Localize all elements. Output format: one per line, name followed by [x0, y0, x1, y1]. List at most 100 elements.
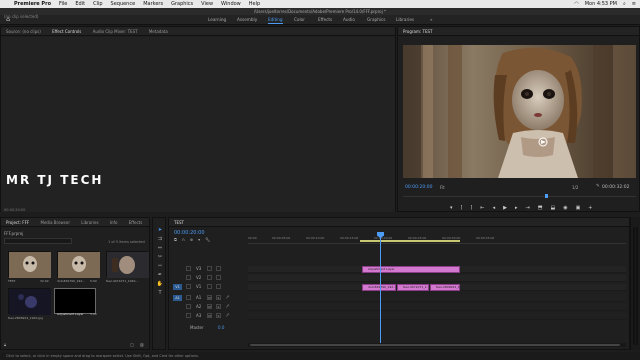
workspace-libraries[interactable]: Libraries	[396, 15, 414, 25]
ripple-edit-tool-icon[interactable]: ⇔	[156, 244, 164, 252]
trash-icon[interactable]: ▥	[140, 342, 144, 347]
menu-list-icon[interactable]: ≡	[632, 0, 636, 8]
tab-media-browser[interactable]: Media Browser	[41, 220, 71, 225]
work-area-bar[interactable]	[360, 240, 460, 242]
program-playhead[interactable]	[545, 194, 548, 198]
workspace-color[interactable]: Color	[294, 15, 305, 25]
sequence-tab[interactable]: TEST	[174, 220, 184, 225]
project-item-thumb[interactable]	[106, 251, 149, 278]
lock-icon[interactable]	[186, 313, 191, 318]
project-item-thumb[interactable]	[54, 288, 96, 314]
sync-lock-icon[interactable]	[207, 284, 212, 289]
playback-resolution-select[interactable]: 1/2	[572, 185, 578, 190]
track-select-tool-icon[interactable]: ⇉	[156, 235, 164, 243]
workspace-editing[interactable]: Editing	[268, 15, 283, 25]
solo-icon[interactable]: S	[216, 313, 221, 318]
program-scrub-bar[interactable]	[403, 196, 636, 202]
mic-icon[interactable]: 🎤︎	[225, 313, 230, 318]
mic-icon[interactable]: 🎤︎	[225, 295, 230, 300]
sync-lock-icon[interactable]	[207, 266, 212, 271]
menu-markers[interactable]: Markers	[143, 0, 163, 8]
track-lane-a2[interactable]	[248, 304, 626, 311]
program-timecode[interactable]: 00:00:20:00	[405, 185, 432, 190]
mic-icon[interactable]: 🎤︎	[225, 304, 230, 309]
extract-icon[interactable]: ⬓	[550, 205, 555, 211]
pen-tool-icon[interactable]: ✒	[156, 271, 164, 279]
lift-icon[interactable]: ⬒	[538, 205, 543, 211]
video-clip[interactable]: doll-829790_192...	[362, 284, 396, 291]
search-icon[interactable]: ⌕	[623, 0, 626, 8]
adjustment-layer-clip[interactable]: Adjustment Layer	[362, 266, 460, 273]
menu-view[interactable]: View	[201, 0, 213, 8]
eye-icon[interactable]	[216, 275, 221, 280]
project-search-input[interactable]	[4, 238, 72, 244]
master-volume-value[interactable]: 0.0	[218, 325, 224, 330]
menu-app[interactable]: Premiere Pro	[14, 0, 51, 8]
eye-icon[interactable]	[216, 266, 221, 271]
workspace-learning[interactable]: Learning	[208, 15, 226, 25]
lock-icon[interactable]	[186, 284, 191, 289]
menu-file[interactable]: File	[59, 0, 67, 8]
timeline-playhead-line[interactable]	[380, 232, 381, 344]
workspace-assembly[interactable]: Assembly	[237, 15, 257, 25]
lock-icon[interactable]	[186, 275, 191, 280]
video-clip[interactable]: fear-2806924_1...	[430, 284, 460, 291]
solo-icon[interactable]: S	[216, 304, 221, 309]
workspace-overflow-icon[interactable]: »	[430, 15, 433, 25]
linked-selection-icon[interactable]: ⊕	[190, 237, 193, 242]
wifi-icon[interactable]: ◠	[574, 0, 578, 8]
solo-icon[interactable]: S	[216, 295, 221, 300]
comparison-view-icon[interactable]: ▣	[576, 205, 581, 211]
export-frame-icon[interactable]: ◉	[563, 205, 567, 211]
tab-metadata[interactable]: Metadata	[149, 29, 168, 34]
play-icon[interactable]: ▶	[503, 205, 507, 211]
track-lane-v2[interactable]	[248, 275, 626, 282]
mute-icon[interactable]: M	[207, 304, 212, 309]
mute-icon[interactable]: M	[207, 313, 212, 318]
sync-lock-icon[interactable]	[207, 275, 212, 280]
type-tool-icon[interactable]: T	[156, 289, 164, 297]
mute-icon[interactable]: M	[207, 295, 212, 300]
workspace-effects[interactable]: Effects	[318, 15, 332, 25]
lock-icon[interactable]	[186, 266, 191, 271]
tab-effect-controls[interactable]: Effect Controls	[52, 29, 81, 34]
razor-tool-icon[interactable]: ✂	[156, 253, 164, 261]
lock-icon[interactable]	[186, 304, 191, 309]
nest-icon[interactable]: ⧉	[174, 237, 177, 242]
selection-tool-icon[interactable]: ➤	[156, 226, 164, 234]
timeline-settings-icon[interactable]: 🔧︎	[205, 237, 210, 242]
project-item-thumb[interactable]	[8, 251, 51, 278]
eye-icon[interactable]	[216, 284, 221, 289]
workspace-audio[interactable]: Audio	[343, 15, 355, 25]
track-lane-a1[interactable]	[248, 295, 626, 302]
lock-icon[interactable]	[186, 295, 191, 300]
new-item-icon[interactable]: ▢	[130, 342, 134, 347]
timeline-scroll-thumb[interactable]	[250, 344, 620, 346]
mark-out-icon[interactable]: ⌉	[470, 205, 472, 211]
add-button-icon[interactable]: +	[588, 205, 592, 211]
menu-edit[interactable]: Edit	[75, 0, 85, 8]
menu-help[interactable]: Help	[249, 0, 260, 8]
go-to-out-icon[interactable]: ⇥	[526, 205, 530, 211]
tab-source[interactable]: Source: (no clips)	[6, 29, 41, 34]
slip-tool-icon[interactable]: ⇿	[156, 262, 164, 270]
timeline-ruler[interactable]	[248, 232, 626, 244]
wrench-icon[interactable]: ✎	[596, 184, 600, 189]
step-forward-icon[interactable]: ▸	[515, 205, 518, 211]
tab-audio-clip-mixer[interactable]: Audio Clip Mixer: TEST	[93, 29, 138, 34]
tab-effects[interactable]: Effects	[129, 220, 143, 225]
tab-project[interactable]: Project: FFF	[6, 220, 29, 225]
menu-sequence[interactable]: Sequence	[111, 0, 136, 8]
track-lane-a3[interactable]	[248, 313, 626, 320]
project-item-thumb[interactable]	[8, 288, 51, 315]
lock-icon[interactable]: 🔒︎	[4, 342, 6, 347]
snap-icon[interactable]: ∩	[182, 237, 185, 242]
go-to-in-icon[interactable]: ⇤	[480, 205, 484, 211]
mark-in-icon[interactable]: ⌈	[461, 205, 463, 211]
workspace-graphics[interactable]: Graphics	[367, 15, 386, 25]
add-marker-icon[interactable]: ▾	[198, 237, 200, 242]
clock[interactable]: Mon 4:53 PM	[585, 0, 617, 8]
tab-libraries[interactable]: Libraries	[81, 220, 98, 225]
step-back-icon[interactable]: ◂	[493, 205, 496, 211]
menu-window[interactable]: Window	[221, 0, 241, 8]
